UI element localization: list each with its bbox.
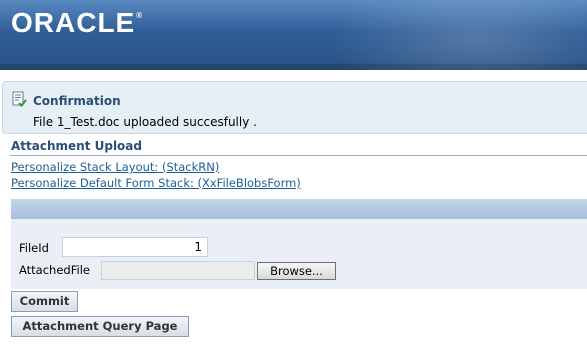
header-divider xyxy=(0,64,587,70)
section-title: Attachment Upload xyxy=(11,139,142,153)
attachment-query-page-button[interactable]: Attachment Query Page xyxy=(11,316,189,337)
oracle-logo: ORACLE® xyxy=(11,7,143,39)
section-divider xyxy=(10,155,587,156)
personalize-form-stack-link[interactable]: Personalize Default Form Stack: (XxFileB… xyxy=(11,176,301,190)
form-header-bar xyxy=(11,199,587,219)
confirmation-title: Confirmation xyxy=(33,94,121,108)
confirmation-message: File 1_Test.doc uploaded succesfully . xyxy=(33,115,257,129)
logo-text: ORACLE xyxy=(11,7,136,38)
confirmation-document-check-icon xyxy=(12,91,27,107)
fileid-label: FileId xyxy=(19,241,49,255)
browse-button[interactable]: Browse... xyxy=(257,262,336,280)
attached-file-input[interactable] xyxy=(101,261,255,280)
fileid-input[interactable]: 1 xyxy=(62,237,208,257)
attached-file-label: AttachedFile xyxy=(19,263,90,277)
commit-button[interactable]: Commit xyxy=(11,291,78,312)
personalize-stack-layout-link[interactable]: Personalize Stack Layout: (StackRN) xyxy=(11,160,219,174)
app-header: ORACLE® xyxy=(0,0,587,70)
registered-mark: ® xyxy=(136,11,144,20)
confirmation-message-box: Confirmation File 1_Test.doc uploaded su… xyxy=(2,81,587,134)
